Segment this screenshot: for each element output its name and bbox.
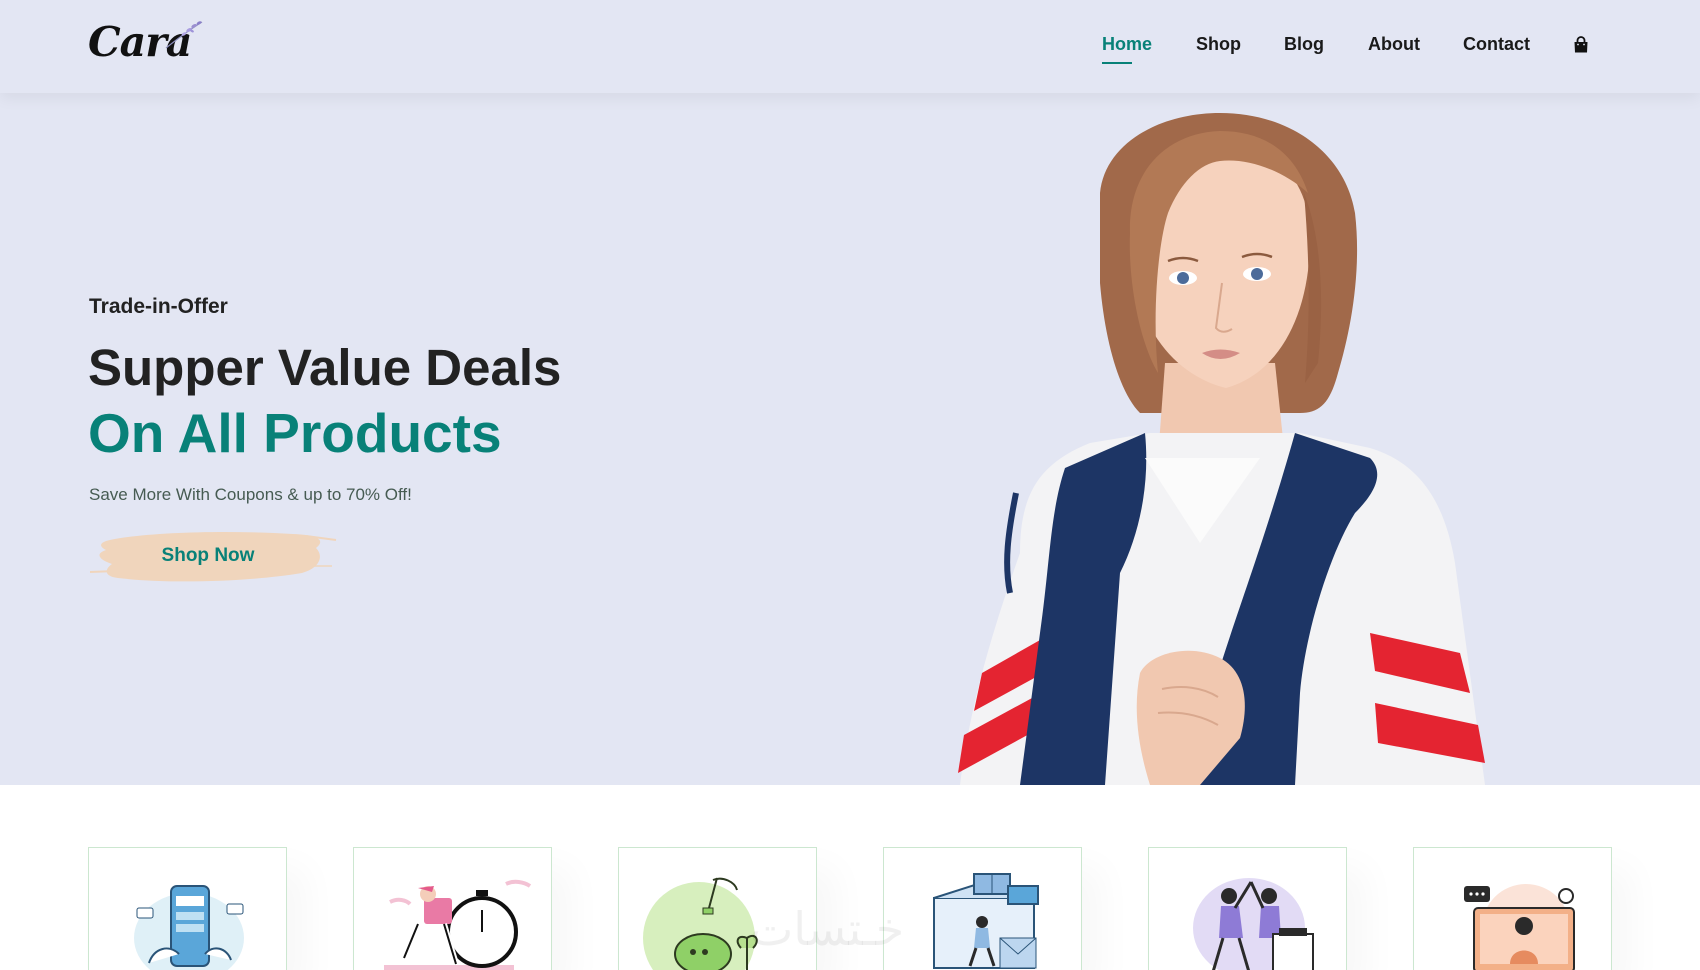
- hero-subtitle: Trade-in-Offer: [89, 295, 228, 318]
- feature-card-happy-sell: [1148, 847, 1347, 970]
- nav-item-home[interactable]: Home: [1102, 34, 1152, 64]
- feature-card-support: [1413, 847, 1612, 970]
- hero-title-highlight: On All Products: [88, 402, 502, 464]
- nav-item-contact[interactable]: Contact: [1463, 34, 1530, 55]
- shop-now-label: Shop Now: [161, 545, 255, 566]
- nav-item-blog[interactable]: Blog: [1284, 34, 1324, 55]
- feature-card-payment: [88, 847, 287, 970]
- happy-sell-illustration: [1193, 878, 1314, 970]
- hero-model-image: [958, 113, 1485, 785]
- shop-now-button[interactable]: Shop Now: [88, 526, 340, 586]
- page: Cara Home Shop Blog About Contact Trade-…: [0, 0, 1700, 970]
- fast-delivery-illustration: [384, 879, 532, 970]
- nav-item-shop[interactable]: Shop: [1196, 34, 1241, 55]
- nav-item-about[interactable]: About: [1368, 34, 1420, 55]
- mobile-payment-illustration: [134, 885, 244, 970]
- online-support-illustration: [1464, 884, 1575, 970]
- hero-section: Trade-in-Offer Supper Value Deals On All…: [0, 93, 1700, 785]
- site-header: Cara Home Shop Blog About Contact: [0, 0, 1700, 93]
- feature-card-promotions: [883, 847, 1082, 970]
- hero-title: Supper Value Deals: [88, 339, 562, 396]
- shopping-bag-icon[interactable]: [1572, 36, 1590, 54]
- main-nav: Home Shop Blog About Contact: [0, 34, 1700, 64]
- watermark-text: خـتسات: [750, 902, 905, 956]
- feature-card-delivery: [353, 847, 552, 970]
- promotions-illustration: [933, 873, 1039, 969]
- hero-description: Save More With Coupons & up to 70% Off!: [89, 485, 412, 504]
